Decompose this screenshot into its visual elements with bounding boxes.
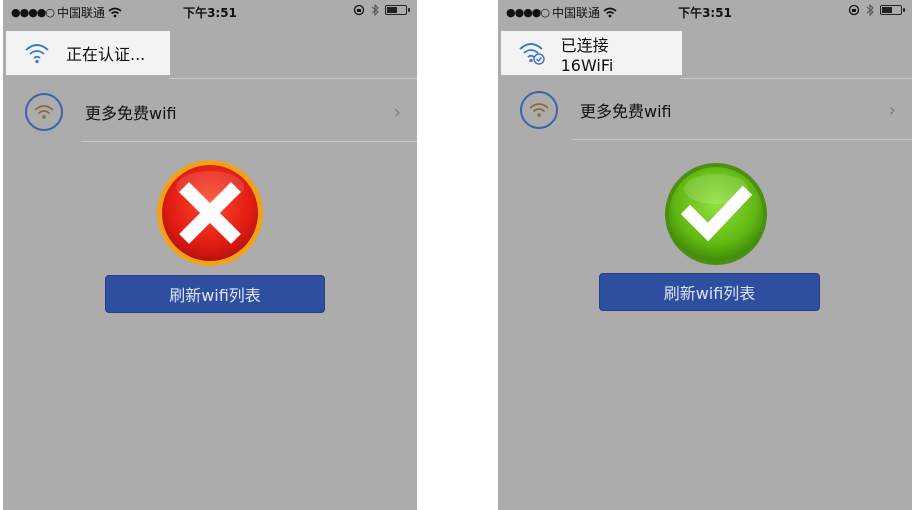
- refresh-wifi-list-button[interactable]: 刷新wifi列表: [599, 273, 820, 311]
- orientation-lock-icon: [353, 4, 365, 16]
- bluetooth-icon: [866, 4, 874, 16]
- chevron-right-icon: ›: [888, 99, 896, 121]
- wifi-icon: [520, 91, 558, 129]
- battery-icon: [880, 5, 905, 15]
- divider: [572, 139, 912, 140]
- divider: [680, 78, 912, 79]
- phone-screen-connected: ●●●●○ 中国联通 下午3:51 已连接16WiFi 更多免费wifi › 刷…: [498, 0, 912, 510]
- toast-text: 正在认证...: [66, 45, 146, 64]
- wifi-icon: [22, 40, 52, 66]
- more-free-wifi-label: 更多免费wifi: [580, 102, 672, 121]
- battery-icon: [385, 5, 410, 15]
- wifi-status-toast: 正在认证...: [6, 31, 170, 75]
- more-free-wifi-label: 更多免费wifi: [85, 104, 177, 123]
- chevron-right-icon: ›: [393, 101, 401, 123]
- wifi-connected-icon: [517, 40, 547, 66]
- wifi-icon: [25, 93, 63, 131]
- toast-text: 已连接16WiFi: [560, 35, 614, 75]
- phone-screen-authenticating: ●●●●○ 中国联通 下午3:51 正在认证... 更多免费wifi › 刷新w…: [3, 0, 417, 510]
- orientation-lock-icon: [848, 4, 860, 16]
- status-bar: ●●●●○ 中国联通 下午3:51: [498, 0, 912, 24]
- more-free-wifi-row[interactable]: 更多免费wifi ›: [3, 82, 417, 142]
- status-bar: ●●●●○ 中国联通 下午3:51: [3, 0, 417, 24]
- more-free-wifi-row[interactable]: 更多免费wifi ›: [498, 80, 912, 140]
- divider: [169, 78, 417, 79]
- bluetooth-icon: [371, 4, 379, 16]
- divider: [81, 141, 417, 142]
- green-check-icon: [665, 163, 767, 265]
- wifi-status-toast: 已连接16WiFi: [501, 31, 682, 75]
- refresh-wifi-list-button[interactable]: 刷新wifi列表: [105, 275, 325, 313]
- red-x-icon: [157, 160, 263, 266]
